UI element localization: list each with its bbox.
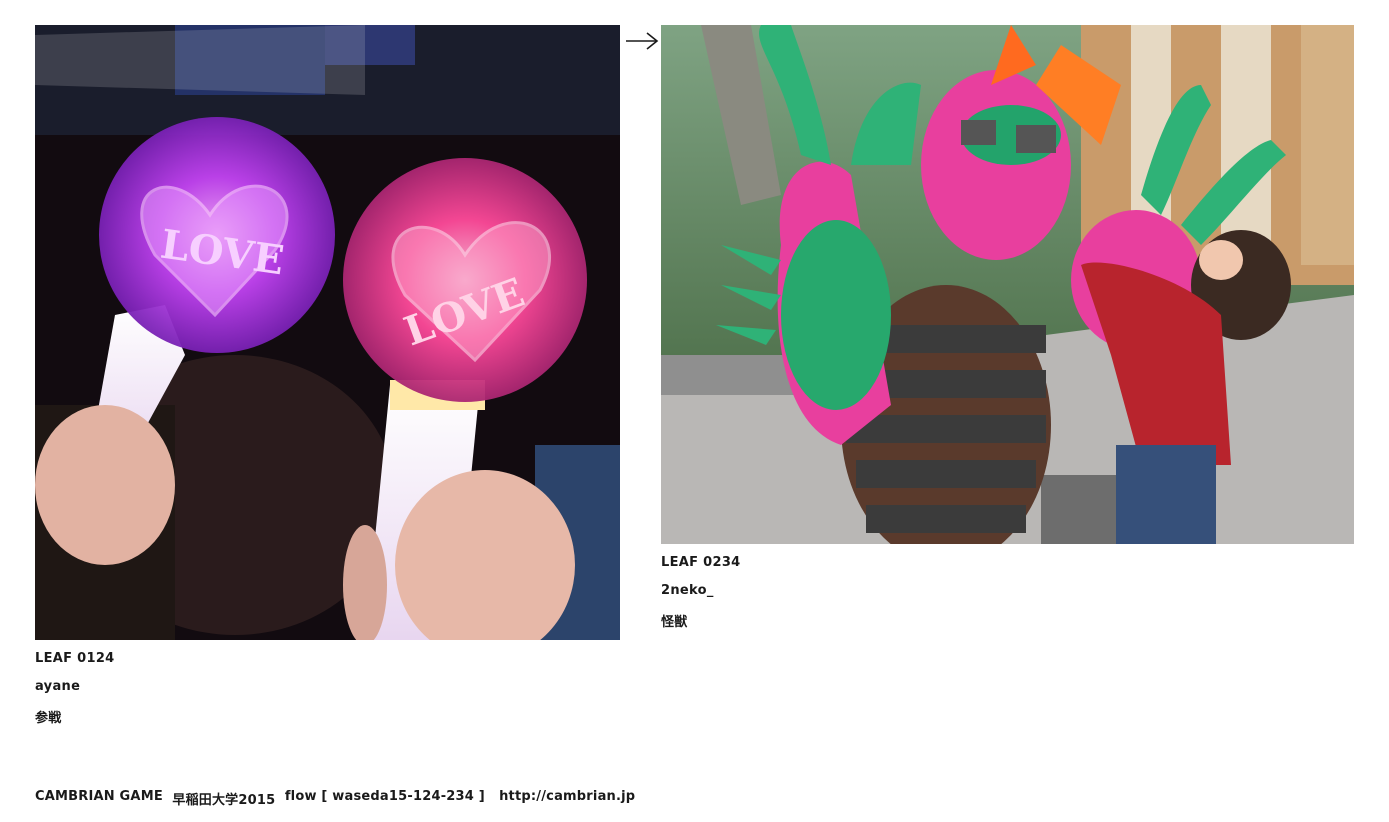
leaf-id: LEAF 0234 [661,555,741,570]
right-arrow-icon [626,32,659,50]
leaf-id: LEAF 0124 [35,651,115,666]
leaf-user[interactable]: 2neko_ [661,583,714,598]
leaf-word[interactable]: 参戦 [35,707,62,726]
leaf-user[interactable]: ayane [35,679,80,694]
leaf-photo-monster[interactable] [661,25,1354,544]
leaf-word[interactable]: 怪獣 [661,611,688,630]
leaf-photo-glowsticks[interactable]: LOVE LOVE [35,25,620,640]
footer-event-link[interactable]: 早稲田大学2015 [172,789,275,808]
footer-flow-link[interactable]: flow [ waseda15-124-234 ] [285,789,485,808]
footer-project-link[interactable]: CAMBRIAN GAME [35,789,163,808]
footer-url-link[interactable]: http://cambrian.jp [499,789,635,808]
footer: CAMBRIAN GAME 早稲田大学2015 flow [ waseda15-… [35,789,635,808]
